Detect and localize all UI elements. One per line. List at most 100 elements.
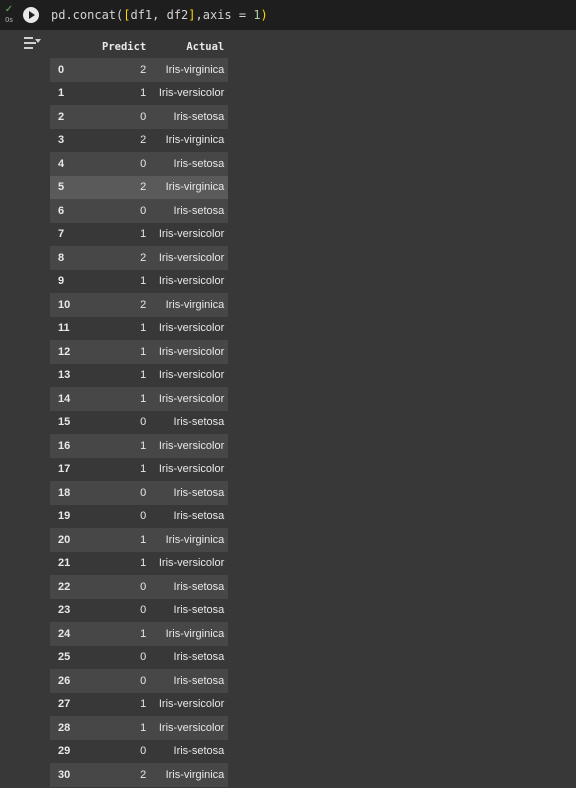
predict-cell: 0	[102, 152, 147, 176]
actual-cell: Iris-virginica	[146, 622, 229, 646]
code-token: df1, df2	[130, 8, 189, 22]
predict-cell: 1	[102, 457, 147, 481]
check-icon: ✓	[4, 4, 14, 15]
code-token: ,axis =	[195, 8, 254, 22]
actual-cell: Iris-virginica	[146, 58, 229, 82]
predict-cell: 1	[102, 551, 147, 575]
row-index: 18	[50, 481, 102, 505]
row-index: 24	[50, 622, 102, 646]
table-row: 13 1 Iris-versicolor	[50, 363, 229, 387]
column-header-index	[50, 35, 102, 58]
actual-cell: Iris-versicolor	[146, 222, 229, 246]
predict-cell: 2	[102, 128, 147, 152]
predict-cell: 0	[102, 105, 147, 129]
actual-cell: Iris-setosa	[146, 645, 229, 669]
actual-cell: Iris-virginica	[146, 763, 229, 787]
table-header-row: Predict Actual	[50, 35, 228, 58]
actual-cell: Iris-versicolor	[146, 316, 229, 340]
row-index: 20	[50, 528, 102, 552]
table-row: 26 0 Iris-setosa	[50, 669, 229, 693]
row-index: 26	[50, 669, 102, 693]
row-index: 25	[50, 645, 102, 669]
actual-cell: Iris-setosa	[146, 575, 229, 599]
code-token: pd.concat(	[51, 8, 124, 22]
actual-cell: Iris-virginica	[146, 175, 229, 199]
table-row: 29 0 Iris-setosa	[50, 739, 229, 763]
table-row: 30 2 Iris-virginica	[50, 763, 229, 787]
table-row: 18 0 Iris-setosa	[50, 481, 229, 505]
actual-cell: Iris-versicolor	[146, 387, 229, 411]
column-header-actual: Actual	[186, 40, 225, 53]
table-row: 17 1 Iris-versicolor	[50, 457, 229, 481]
predict-cell: 0	[102, 739, 147, 763]
table-row: 8 2 Iris-versicolor	[50, 246, 229, 270]
predict-cell: 2	[102, 175, 147, 199]
predict-cell: 1	[102, 716, 147, 740]
table-row: 10 2 Iris-virginica	[50, 293, 229, 317]
predict-cell: 0	[102, 199, 147, 223]
predict-cell: 1	[102, 434, 147, 458]
actual-cell: Iris-versicolor	[146, 81, 229, 105]
row-index: 22	[50, 575, 102, 599]
output-toggle-icon[interactable]	[24, 36, 41, 50]
predict-cell: 1	[102, 692, 147, 716]
row-index: 4	[50, 152, 102, 176]
actual-cell: Iris-setosa	[146, 410, 229, 434]
row-index: 21	[50, 551, 102, 575]
predict-cell: 0	[102, 669, 147, 693]
table-row: 12 1 Iris-versicolor	[50, 340, 229, 364]
row-index: 16	[50, 434, 102, 458]
row-index: 3	[50, 128, 102, 152]
run-cell-button[interactable]	[23, 7, 39, 23]
table-row: 5 2 Iris-virginica	[50, 175, 229, 199]
row-index: 15	[50, 410, 102, 434]
table-row: 16 1 Iris-versicolor	[50, 434, 229, 458]
row-index: 17	[50, 457, 102, 481]
predict-cell: 1	[102, 622, 147, 646]
actual-cell: Iris-setosa	[146, 199, 229, 223]
table-row: 21 1 Iris-versicolor	[50, 551, 229, 575]
dataframe-output: Predict Actual 0 2 Iris-virginica 1 1 Iris-ve…	[50, 35, 229, 787]
table-row: 9 1 Iris-versicolor	[50, 269, 229, 293]
table-row: 6 0 Iris-setosa	[50, 199, 229, 223]
row-index: 30	[50, 763, 102, 787]
table-row: 2 0 Iris-setosa	[50, 105, 229, 129]
actual-cell: Iris-versicolor	[146, 457, 229, 481]
execution-status: ✓ 0s	[2, 5, 16, 25]
actual-cell: Iris-virginica	[146, 293, 229, 317]
row-index: 2	[50, 105, 102, 129]
actual-cell: Iris-versicolor	[146, 692, 229, 716]
row-index: 1	[50, 81, 102, 105]
predict-cell: 2	[102, 246, 147, 270]
predict-cell: 1	[102, 340, 147, 364]
actual-cell: Iris-setosa	[146, 669, 229, 693]
table-row: 24 1 Iris-virginica	[50, 622, 229, 646]
actual-cell: Iris-versicolor	[146, 363, 229, 387]
predict-cell: 1	[102, 528, 147, 552]
actual-cell: Iris-versicolor	[146, 716, 229, 740]
predict-cell: 2	[102, 763, 147, 787]
row-index: 12	[50, 340, 102, 364]
row-index: 13	[50, 363, 102, 387]
code-cell-input[interactable]: ✓ 0s pd.concat([df1, df2],axis = 1)	[0, 0, 576, 30]
table-row: 1 1 Iris-versicolor	[50, 81, 229, 105]
code-bracket: ]	[188, 8, 196, 22]
predict-cell: 1	[102, 387, 147, 411]
row-index: 6	[50, 199, 102, 223]
table-row: 4 0 Iris-setosa	[50, 152, 229, 176]
actual-cell: Iris-setosa	[146, 739, 229, 763]
table-row: 19 0 Iris-setosa	[50, 504, 229, 528]
actual-cell: Iris-versicolor	[146, 551, 229, 575]
actual-cell: Iris-setosa	[146, 504, 229, 528]
row-index: 19	[50, 504, 102, 528]
actual-cell: Iris-setosa	[146, 105, 229, 129]
row-index: 10	[50, 293, 102, 317]
code-editor[interactable]: pd.concat([df1, df2],axis = 1)	[51, 8, 268, 22]
actual-cell: Iris-versicolor	[146, 269, 229, 293]
execution-time: 0s	[4, 16, 14, 24]
table-row: 25 0 Iris-setosa	[50, 645, 229, 669]
row-index: 23	[50, 598, 102, 622]
predict-cell: 0	[102, 598, 147, 622]
predict-cell: 1	[102, 269, 147, 293]
code-bracket: )	[260, 8, 268, 22]
